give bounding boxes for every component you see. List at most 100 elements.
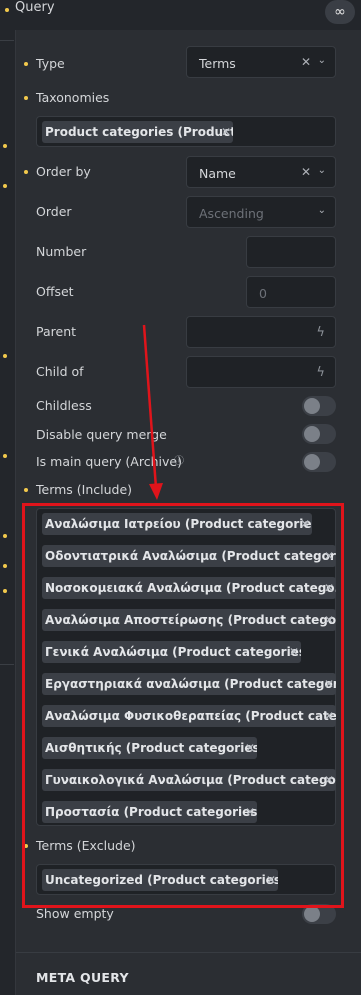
bg-indicator-dot (3, 354, 7, 358)
taxonomies-label: Taxonomies (36, 90, 110, 105)
terms-include-label: Terms (Include) (36, 482, 133, 497)
meta-query-title[interactable]: META QUERY (36, 970, 129, 985)
query-settings-panel: Type Terms ✕ ⌄ Taxonomies Product catego… (15, 30, 361, 995)
remove-tag-icon[interactable]: ✕ (324, 769, 334, 791)
chevron-down-icon: ⌄ (317, 55, 326, 66)
type-label: Type (36, 56, 65, 71)
toggle-knob (304, 906, 320, 922)
dynamic-data-icon[interactable]: ϟ (316, 325, 325, 340)
query-title: Query (15, 0, 55, 15)
term-tag: Αναλώσιμα Αποστείρωσης (Product catego..… (42, 609, 336, 631)
term-tag-label: Αναλώσιμα Ιατρείου (Product categories) (45, 517, 312, 531)
parent-label: Parent (36, 324, 77, 339)
order-by-select[interactable]: Name ✕ ⌄ (186, 156, 336, 188)
bg-indicator-dot (3, 454, 7, 458)
indicator-dot (24, 170, 28, 174)
remove-tag-icon[interactable]: ✕ (221, 121, 231, 143)
remove-tag-icon[interactable]: ✕ (324, 609, 334, 631)
term-tag: Αναλώσιμα Ιατρείου (Product categories) … (42, 513, 312, 535)
term-tag-label: Αναλώσιμα Φυσικοθεραπείας (Product cate.… (45, 709, 336, 723)
disable-query-merge-label: Disable query merge (36, 427, 167, 442)
bg-indicator-dot (3, 184, 7, 188)
is-main-query-toggle[interactable] (302, 452, 336, 472)
infinity-icon[interactable]: ∞ (325, 0, 355, 24)
remove-tag-icon[interactable]: ✕ (289, 641, 299, 663)
taxonomies-select[interactable]: Product categories (Product) ✕ (36, 116, 336, 147)
term-tag-label: Προστασία (Product categories) (45, 805, 257, 819)
bg-indicator-dot (3, 564, 7, 568)
term-tag-label: Νοσοκομειακά Αναλώσιμα (Product catego..… (45, 581, 336, 595)
term-tag-label: Γυναικολογικά Αναλώσιμα (Product catego.… (45, 773, 336, 787)
bg-indicator-dot (3, 589, 7, 593)
disable-query-merge-toggle[interactable] (302, 424, 336, 444)
term-tag: Γυναικολογικά Αναλώσιμα (Product catego.… (42, 769, 336, 791)
section-divider (16, 952, 361, 953)
remove-tag-icon[interactable]: ✕ (324, 545, 334, 567)
remove-tag-icon[interactable]: ✕ (324, 705, 334, 727)
term-tag-label: Γενικά Αναλώσιμα (Product categories) (45, 645, 301, 659)
info-icon[interactable]: ⓘ (174, 452, 184, 467)
order-value: Ascending (199, 206, 264, 221)
order-select[interactable]: Ascending ⌄ (186, 196, 336, 228)
bg-indicator-dot (3, 534, 7, 538)
remove-tag-icon[interactable]: ✕ (245, 801, 255, 823)
indicator-dot (24, 62, 28, 66)
query-header: Query ∞ (0, 0, 361, 30)
is-main-query-label: Is main query (Archive) (36, 454, 182, 469)
toggle-knob (304, 426, 320, 442)
chevron-down-icon: ⌄ (317, 205, 326, 216)
toggle-knob (304, 454, 320, 470)
term-tag-label: Uncategorized (Product categories) (45, 873, 278, 887)
type-select[interactable]: Terms ✕ ⌄ (186, 46, 336, 78)
remove-tag-icon[interactable]: ✕ (245, 737, 255, 759)
remove-tag-icon[interactable]: ✕ (324, 577, 334, 599)
remove-tag-icon[interactable]: ✕ (324, 673, 334, 695)
number-label: Number (36, 244, 87, 259)
taxonomy-tag: Product categories (Product) ✕ (42, 121, 233, 143)
chevron-down-icon: ⌄ (317, 165, 326, 176)
term-tag-label: Αναλώσιμα Αποστείρωσης (Product catego..… (45, 613, 336, 627)
indicator-dot (24, 488, 28, 492)
order-label: Order (36, 204, 72, 219)
term-tag-label: Εργαστηριακά αναλώσιμα (Product categor.… (45, 677, 336, 691)
parent-input[interactable]: ϟ (186, 316, 336, 348)
term-tag: Uncategorized (Product categories) ✕ (42, 869, 278, 891)
order-by-value: Name (199, 166, 236, 181)
show-empty-label: Show empty (36, 906, 114, 921)
remove-tag-icon[interactable]: ✕ (300, 513, 310, 535)
bg-indicator-dot (3, 144, 7, 148)
bg-divider (0, 40, 14, 41)
child-of-label: Child of (36, 364, 84, 379)
terms-exclude-label: Terms (Exclude) (36, 838, 136, 853)
term-tag-label: Αισθητικής (Product categories) (45, 741, 257, 755)
indicator-dot (5, 8, 9, 12)
offset-placeholder: 0 (259, 286, 267, 301)
type-value: Terms (199, 56, 236, 71)
childless-toggle[interactable] (302, 396, 336, 416)
toggle-knob (304, 398, 320, 414)
dynamic-data-icon[interactable]: ϟ (316, 365, 325, 380)
remove-tag-icon[interactable]: ✕ (266, 869, 276, 891)
childless-label: Childless (36, 398, 92, 413)
show-empty-toggle[interactable] (302, 904, 336, 924)
terms-include-select[interactable]: Αναλώσιμα Ιατρείου (Product categories) … (36, 508, 336, 826)
indicator-dot (24, 96, 28, 100)
term-tag: Αναλώσιμα Φυσικοθεραπείας (Product cate.… (42, 705, 336, 727)
bg-divider (0, 664, 14, 665)
term-tag: Οδοντιατρικά Αναλώσιμα (Product categori… (42, 545, 336, 567)
clear-icon[interactable]: ✕ (301, 165, 311, 179)
clear-icon[interactable]: ✕ (301, 55, 311, 69)
indicator-dot (24, 844, 28, 848)
term-tag-label: Οδοντιατρικά Αναλώσιμα (Product categori… (45, 549, 336, 563)
term-tag: Προστασία (Product categories) ✕ (42, 801, 257, 823)
term-tag: Αισθητικής (Product categories) ✕ (42, 737, 257, 759)
number-input[interactable] (246, 236, 336, 268)
offset-input[interactable]: 0 (246, 276, 336, 308)
term-tag: Εργαστηριακά αναλώσιμα (Product categor.… (42, 673, 336, 695)
offset-label: Offset (36, 284, 74, 299)
background-rail (0, 0, 14, 995)
order-by-label: Order by (36, 164, 91, 179)
child-of-input[interactable]: ϟ (186, 356, 336, 388)
terms-exclude-select[interactable]: Uncategorized (Product categories) ✕ (36, 864, 336, 895)
term-tag: Νοσοκομειακά Αναλώσιμα (Product catego..… (42, 577, 336, 599)
